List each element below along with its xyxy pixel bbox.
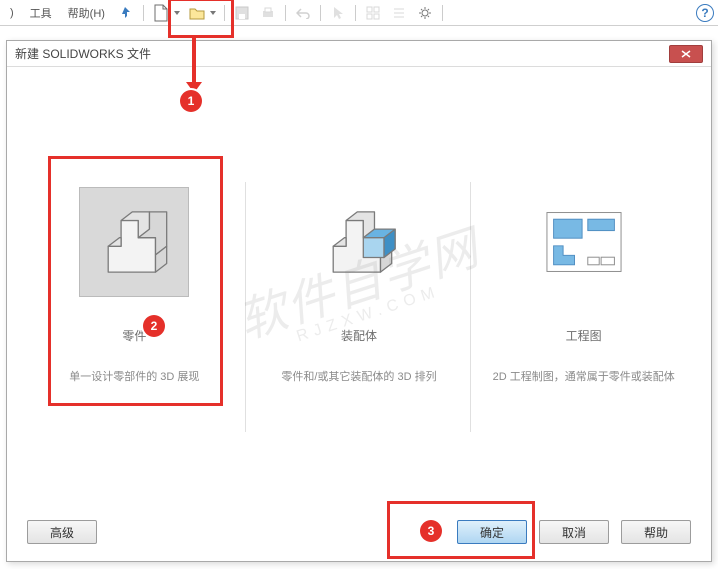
grid-icon[interactable]	[362, 2, 384, 24]
dialog-titlebar: 新建 SOLIDWORKS 文件	[7, 41, 711, 67]
help-button[interactable]: 帮助	[621, 520, 691, 544]
part-icon	[79, 187, 189, 297]
open-file-icon	[186, 2, 208, 24]
assembly-icon	[304, 187, 414, 297]
list-icon[interactable]	[388, 2, 410, 24]
option-part-title: 零件	[27, 327, 241, 344]
close-button[interactable]	[669, 45, 703, 63]
dialog-title: 新建 SOLIDWORKS 文件	[15, 45, 669, 62]
gear-icon[interactable]	[414, 2, 436, 24]
option-assembly-title: 装配体	[252, 327, 466, 344]
option-assembly-desc: 零件和/或其它装配体的 3D 排列	[252, 368, 466, 384]
template-options: 零件 单一设计零部件的 3D 展现 装配	[7, 67, 711, 414]
new-file-dialog: 新建 SOLIDWORKS 文件 零件 单一设计零部件的 3D 展现	[6, 40, 712, 562]
pin-icon[interactable]	[115, 2, 137, 24]
option-drawing-title: 工程图	[477, 327, 691, 344]
option-part-desc: 单一设计零部件的 3D 展现	[27, 368, 241, 384]
chevron-down-icon	[208, 2, 218, 24]
open-file-button[interactable]	[186, 2, 218, 24]
chevron-down-icon	[172, 2, 182, 24]
advanced-button[interactable]: 高级	[27, 520, 97, 544]
option-drawing[interactable]: 工程图 2D 工程制图，通常属于零件或装配体	[477, 187, 691, 414]
print-icon[interactable]	[257, 2, 279, 24]
new-file-button[interactable]	[150, 2, 182, 24]
separator	[442, 5, 443, 21]
cursor-icon[interactable]	[327, 2, 349, 24]
cancel-button[interactable]: 取消	[539, 520, 609, 544]
menu-help[interactable]: 帮助(H)	[62, 3, 111, 23]
option-drawing-desc: 2D 工程制图，通常属于零件或装配体	[477, 368, 691, 384]
ok-button[interactable]: 确定	[457, 520, 527, 544]
main-toolbar: ) 工具 帮助(H) ?	[0, 0, 718, 26]
dialog-button-row: 高级 确定 取消 帮助	[7, 517, 711, 547]
undo-icon[interactable]	[292, 2, 314, 24]
menu-edge: )	[4, 5, 20, 21]
menu-tools[interactable]: 工具	[24, 3, 58, 23]
new-file-icon	[150, 2, 172, 24]
separator	[224, 5, 225, 21]
separator	[285, 5, 286, 21]
save-icon[interactable]	[231, 2, 253, 24]
separator	[355, 5, 356, 21]
separator	[320, 5, 321, 21]
option-part[interactable]: 零件 单一设计零部件的 3D 展现	[27, 187, 241, 414]
help-icon[interactable]: ?	[696, 4, 714, 22]
option-assembly[interactable]: 装配体 零件和/或其它装配体的 3D 排列	[252, 187, 466, 414]
drawing-icon	[529, 187, 639, 297]
separator	[143, 5, 144, 21]
